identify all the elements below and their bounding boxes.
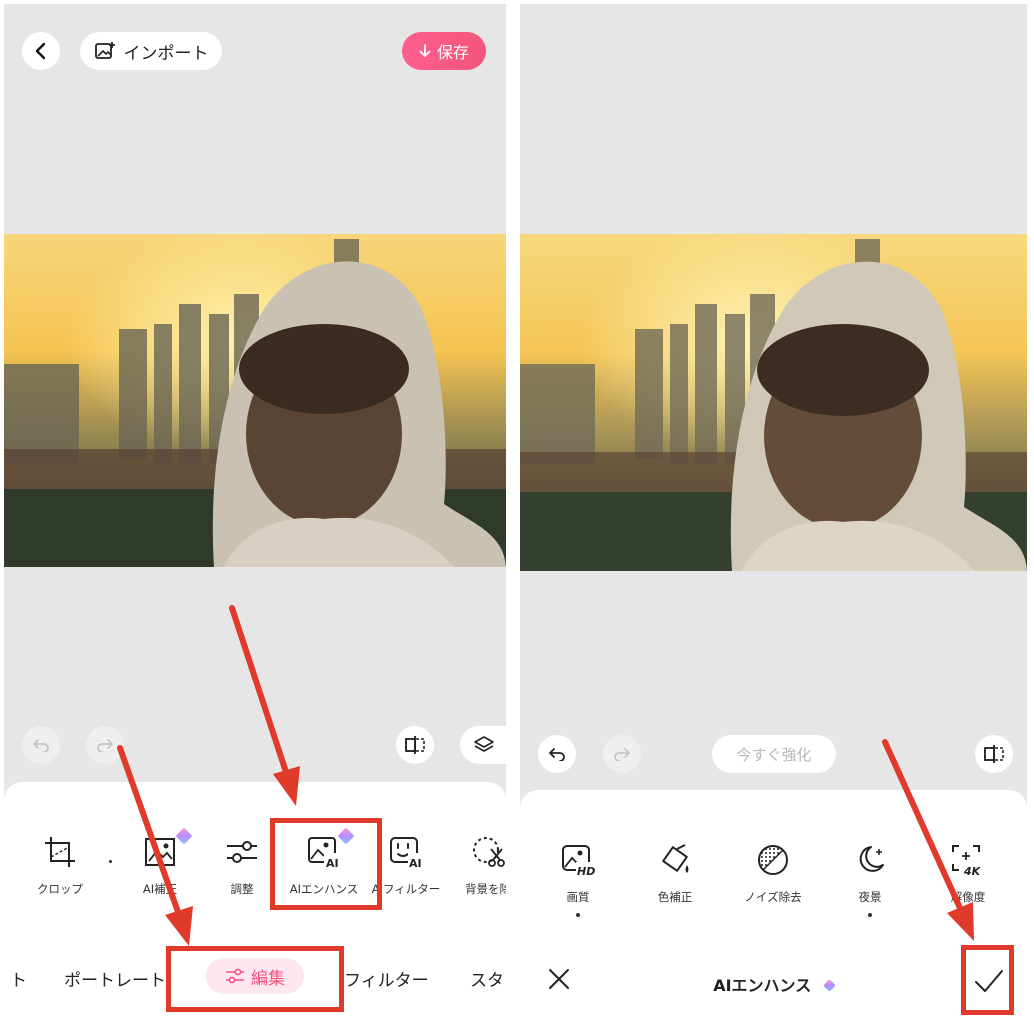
tool-resolution-4k[interactable]: 4K 解像度 bbox=[922, 840, 1014, 905]
tool-label: 背景を除 bbox=[465, 882, 506, 896]
tool-ai-correct[interactable]: AI補正 bbox=[114, 827, 206, 897]
photo-canvas[interactable] bbox=[4, 234, 506, 567]
tool-crop[interactable]: クロップ bbox=[14, 832, 106, 897]
undo-button[interactable] bbox=[22, 726, 60, 764]
svg-text:HD: HD bbox=[577, 865, 595, 877]
tool-hd-quality[interactable]: HD 画質 bbox=[532, 840, 624, 917]
tool-night-scene[interactable]: 夜景 bbox=[824, 840, 916, 917]
import-label: インポート bbox=[123, 43, 209, 64]
ai-filter-icon: AI bbox=[390, 837, 423, 869]
tool-label: クロップ bbox=[37, 882, 83, 896]
arrow-down-icon bbox=[419, 44, 431, 57]
ai-correct-icon bbox=[145, 838, 175, 866]
compare-icon bbox=[984, 745, 1004, 763]
active-dot bbox=[868, 913, 872, 917]
back-button[interactable] bbox=[22, 32, 60, 70]
annotation-highlight-apply bbox=[961, 945, 1014, 1015]
crop-icon bbox=[45, 837, 75, 867]
tool-label: 画質 bbox=[566, 890, 590, 904]
import-button[interactable]: インポート bbox=[80, 32, 222, 70]
color-correct-icon bbox=[662, 844, 689, 873]
undo-icon bbox=[548, 748, 565, 761]
tool-color-correct[interactable]: 色補正 bbox=[629, 840, 721, 905]
tool-label: 色補正 bbox=[657, 890, 693, 904]
undo-button[interactable] bbox=[538, 735, 576, 773]
footer-title: AIエンハンス bbox=[520, 972, 1027, 996]
enhance-now-button[interactable]: 今すぐ強化 bbox=[712, 735, 836, 773]
tab-portrait[interactable]: ポートレート bbox=[64, 966, 166, 991]
tab-partial-left[interactable]: ト bbox=[10, 966, 27, 991]
premium-gem-icon bbox=[822, 979, 836, 992]
night-scene-icon bbox=[859, 846, 884, 872]
layers-icon bbox=[474, 736, 494, 752]
right-enhance-screen: 今すぐ強化 HD 画質 色補正 ノイズ除去 夜景 4K 解像度 AIエンハンス bbox=[520, 4, 1027, 1026]
left-editor-screen: インポート 保存 クロップ AI補正 調整 AI AIエンハンス AI AIフィ… bbox=[4, 4, 506, 1026]
child-sunset-photo bbox=[4, 234, 506, 567]
svg-text:4K: 4K bbox=[963, 865, 982, 877]
redo-icon bbox=[614, 748, 631, 761]
footer-title-label: AIエンハンス bbox=[713, 976, 812, 995]
tool-label: AI補正 bbox=[142, 882, 178, 896]
compare-button[interactable] bbox=[396, 726, 434, 764]
hd-quality-icon: HD bbox=[562, 845, 596, 877]
tool-label: ノイズ除去 bbox=[744, 890, 802, 904]
save-label: 保存 bbox=[436, 43, 469, 62]
undo-icon bbox=[32, 739, 49, 752]
chevron-left-icon bbox=[35, 42, 46, 60]
tool-noise-removal[interactable]: ノイズ除去 bbox=[727, 840, 819, 905]
layers-button[interactable] bbox=[460, 726, 506, 764]
remove-background-icon bbox=[473, 837, 505, 867]
annotation-highlight-edit-tab bbox=[166, 946, 344, 1012]
image-add-icon bbox=[94, 42, 115, 59]
tool-label: 解像度 bbox=[950, 890, 986, 904]
tool-label: 夜景 bbox=[858, 890, 882, 904]
annotation-highlight-ai-enhance bbox=[270, 818, 382, 910]
tool-remove-background[interactable]: 背景を除 bbox=[442, 832, 506, 897]
child-sunset-photo-enhanced bbox=[520, 234, 1027, 571]
svg-text:AI: AI bbox=[409, 857, 422, 869]
active-dot bbox=[576, 913, 580, 917]
noise-removal-icon bbox=[758, 845, 788, 875]
adjust-sliders-icon bbox=[227, 841, 257, 863]
separator-dot bbox=[109, 860, 112, 863]
compare-button[interactable] bbox=[975, 735, 1013, 773]
photo-canvas[interactable] bbox=[520, 234, 1027, 571]
tab-style-partial[interactable]: スタ bbox=[470, 966, 504, 991]
resolution-4k-icon: 4K bbox=[952, 845, 982, 877]
redo-button[interactable] bbox=[603, 735, 641, 773]
save-button[interactable]: 保存 bbox=[402, 32, 486, 70]
compare-icon bbox=[405, 736, 425, 754]
tab-filter[interactable]: フィルター bbox=[344, 966, 429, 991]
redo-button[interactable] bbox=[86, 726, 124, 764]
redo-icon bbox=[97, 739, 114, 752]
